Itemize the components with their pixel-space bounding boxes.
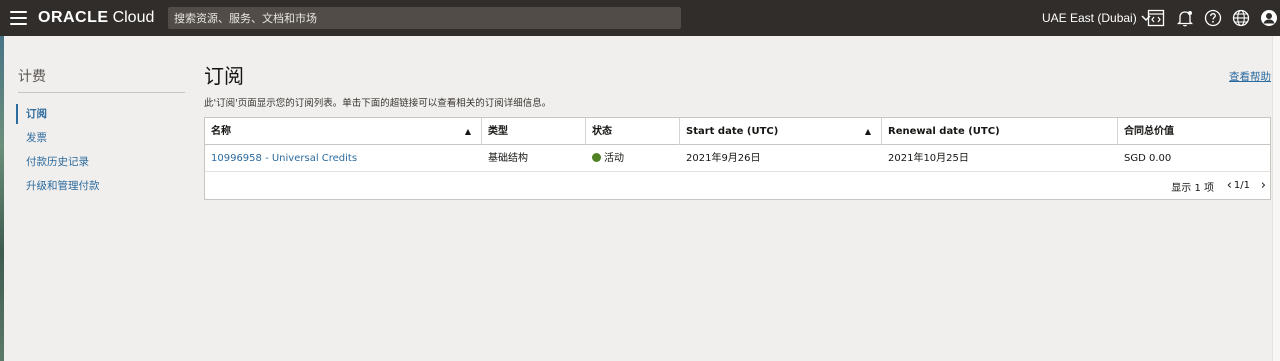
table-header: 名称 ▲ 类型 状态 Start date (UTC) ▲ Renewal da… — [205, 118, 1270, 145]
page-indicator: 1/1 — [1233, 180, 1250, 191]
subscriptions-table: 名称 ▲ 类型 状态 Start date (UTC) ▲ Renewal da… — [204, 117, 1271, 200]
cell-contract-value: SGD 0.00 — [1124, 153, 1172, 164]
status-active-icon — [592, 153, 601, 162]
column-header-contract-value[interactable]: 合同总价值 — [1118, 118, 1272, 145]
column-header-status[interactable]: 状态 — [586, 118, 680, 145]
table-pagination: 显示 1 项 ‹ 1/1 › — [970, 176, 1270, 196]
chevron-left-icon[interactable]: ‹ — [1227, 178, 1232, 193]
page-description: 此'订阅'页面显示您的订阅列表。单击下面的超链接可以查看相关的订阅详细信息。 — [204, 98, 552, 109]
sort-ascending-icon[interactable]: ▲ — [465, 118, 471, 145]
region-label: UAE East (Dubai) — [1042, 11, 1137, 25]
item-count: 显示 1 项 — [1171, 183, 1214, 194]
logo-product: Cloud — [112, 9, 155, 26]
region-selector[interactable]: UAE East (Dubai) — [1042, 10, 1151, 26]
bell-icon[interactable] — [1176, 9, 1194, 27]
sidebar-item-invoices[interactable]: 发票 — [16, 128, 186, 152]
sidebar-item-upgrade-manage-payment[interactable]: 升级和管理付款 — [16, 176, 186, 200]
column-header-renewal-date[interactable]: Renewal date (UTC) — [882, 118, 1118, 145]
status-label: 活动 — [604, 153, 624, 164]
column-header-type[interactable]: 类型 — [482, 118, 586, 145]
sidebar-divider — [18, 92, 185, 93]
code-editor-icon[interactable] — [1147, 9, 1165, 27]
column-header-start-date[interactable]: Start date (UTC) ▲ — [680, 118, 882, 145]
sidebar-item-subscriptions[interactable]: 订阅 — [16, 104, 186, 124]
top-navigation-bar: ORACLE Cloud UAE East (Dubai) — [0, 0, 1280, 36]
sidebar-title: 计费 — [18, 69, 46, 85]
right-scroll-strip[interactable] — [1272, 36, 1280, 361]
left-edge-strip — [0, 0, 4, 361]
cell-renewal-date: 2021年10月25日 — [888, 153, 969, 164]
logo-brand: ORACLE — [38, 9, 109, 26]
globe-icon[interactable] — [1232, 9, 1250, 27]
sidebar-item-payment-history[interactable]: 付款历史记录 — [16, 152, 186, 176]
view-help-link[interactable]: 查看帮助 — [1229, 69, 1271, 84]
cell-type: 基础结构 — [488, 153, 528, 164]
cell-status: 活动 — [586, 145, 624, 172]
page-title: 订阅 — [204, 64, 244, 88]
oracle-cloud-logo[interactable]: ORACLE Cloud — [38, 9, 154, 27]
menu-icon[interactable] — [10, 11, 27, 25]
help-icon[interactable] — [1204, 9, 1222, 27]
subscription-name-link[interactable]: 10996958 - Universal Credits — [205, 145, 357, 172]
sidebar-nav: 订阅 发票 付款历史记录 升级和管理付款 — [16, 104, 186, 200]
chevron-right-icon[interactable]: › — [1261, 178, 1266, 193]
table-row: 10996958 - Universal Credits 基础结构 活动 202… — [205, 145, 1270, 172]
sort-ascending-icon[interactable]: ▲ — [865, 118, 871, 145]
cell-start-date: 2021年9月26日 — [686, 153, 761, 164]
column-header-name[interactable]: 名称 ▲ — [205, 118, 482, 145]
search-input[interactable] — [168, 7, 681, 29]
user-icon[interactable] — [1260, 9, 1278, 27]
